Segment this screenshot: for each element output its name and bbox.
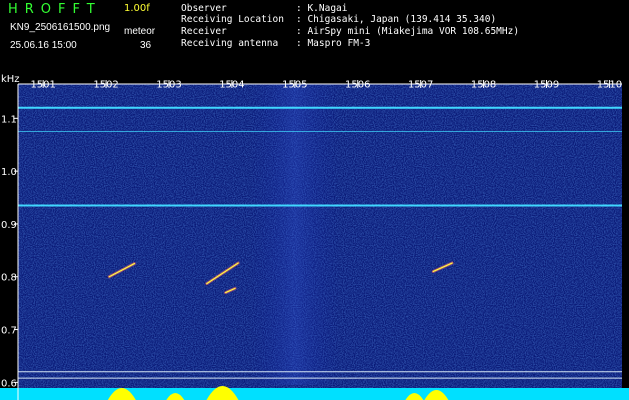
x-tick-label-1: 1502 (93, 79, 118, 90)
x-tick-label-7: 1508 (471, 79, 496, 90)
y-tick-label-4: 0.7 (1, 326, 17, 337)
x-tick-label-3: 1504 (219, 79, 244, 90)
x-tick-label-6: 1507 (408, 79, 433, 90)
y-tick-label-5: 0.6 (1, 378, 17, 389)
y-tick-label-2: 0.9 (1, 220, 17, 231)
x-tick-label-8: 1509 (534, 79, 559, 90)
antenna-value: : Maspro FM-3 (296, 38, 371, 49)
noise-floor-band (0, 388, 629, 400)
y-tick-label-1: 1.0 (1, 167, 17, 178)
x-tick-label-2: 1503 (156, 79, 181, 90)
location-value: : Chigasaki, Japan (139.414 35.340) (296, 14, 497, 25)
y-tick-label-0: 1.1 (1, 114, 17, 125)
receiver-label: Receiver (181, 26, 227, 37)
image-filename: KN9_2506161500.png (10, 22, 111, 33)
x-tick-label-5: 1506 (345, 79, 370, 90)
observation-datetime: 25.06.16 15:00 (10, 40, 77, 51)
app-version: 1.00f (124, 3, 150, 14)
antenna-label: Receiving antenna (181, 38, 279, 49)
y-axis-unit-label: kHz (1, 74, 20, 85)
meteor-count-value: 36 (140, 40, 152, 51)
x-tick-label-0: 1501 (30, 79, 55, 90)
y-tick-label-3: 0.8 (1, 273, 17, 284)
hrofft-window: HROFFT 1.00f KN9_2506161500.png 25.06.16… (0, 0, 629, 400)
meteor-count-label: meteor (124, 26, 156, 37)
observer-value: : K.Nagai (296, 3, 348, 14)
spectrogram-chart: kHz 1.1 1.0 0.9 0.8 0.7 0.6 1501 1502 1503 1504 150… (0, 74, 629, 400)
observer-label: Observer (181, 3, 227, 14)
x-tick-label-9: 1510 (597, 79, 622, 90)
spectrogram-center-glow (249, 84, 340, 385)
receiver-value: : AirSpy mini (Miakejima VOR 108.65MHz) (296, 26, 520, 37)
location-label: Receiving Location (181, 14, 284, 25)
x-tick-label-4: 1505 (282, 79, 307, 90)
app-title: HROFFT (8, 2, 102, 17)
